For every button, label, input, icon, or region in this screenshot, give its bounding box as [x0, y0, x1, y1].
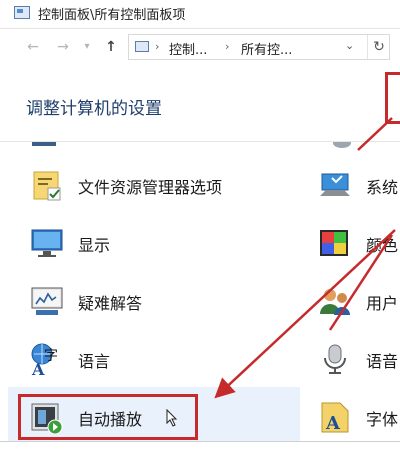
item-file-explorer-options[interactable]: 文件资源管理器选项 — [30, 165, 300, 205]
page-title: 调整计算机的设置 — [26, 99, 162, 119]
breadcrumb-separator-icon: › — [225, 40, 230, 53]
window-title: 控制面板\所有控制面板项 — [38, 8, 186, 23]
item-label: 语言 — [78, 352, 111, 371]
item-label: 颜色 — [366, 236, 399, 255]
address-bar[interactable]: › 控制... › 所有控... ⌄ ↻ — [128, 34, 390, 60]
annotation-box-view-by — [385, 72, 400, 124]
item-display[interactable]: 显示 — [30, 223, 300, 263]
folder-options-icon — [33, 171, 61, 201]
troubleshooting-icon — [31, 287, 63, 315]
breadcrumb-separator-icon: › — [155, 40, 160, 53]
svg-text:A: A — [31, 360, 45, 376]
item-label: 语音 — [366, 352, 399, 371]
mouse-cursor-icon — [166, 408, 178, 427]
back-arrow-icon[interactable]: ← — [22, 36, 44, 58]
item-fonts[interactable]: A 字体 — [318, 397, 400, 437]
forward-arrow-icon[interactable]: → — [52, 36, 74, 58]
item-label: 用户 — [366, 294, 399, 313]
recent-dropdown-icon[interactable]: ▾ — [76, 36, 98, 58]
item-users[interactable]: 用户 — [318, 281, 400, 321]
item-label: 文件资源管理器选项 — [78, 178, 223, 197]
item-troubleshooting[interactable]: 疑难解答 — [30, 281, 300, 321]
item-label: 显示 — [78, 236, 111, 255]
item-label: 疑难解答 — [78, 294, 143, 313]
item-speech[interactable]: 语音 — [318, 339, 400, 379]
fonts-icon: A — [321, 402, 349, 434]
language-icon: 字 A — [31, 343, 58, 376]
partial-icon — [333, 142, 351, 148]
control-panel-icon — [14, 6, 30, 19]
title-bar: 控制面板\所有控制面板项 — [0, 0, 400, 29]
item-system[interactable]: 系统 — [318, 165, 400, 205]
item-language[interactable]: 字 A 语言 — [30, 339, 300, 379]
speech-mic-icon — [324, 344, 346, 374]
svg-text:字: 字 — [44, 348, 58, 364]
item-color[interactable]: 颜色 — [318, 223, 400, 263]
bottom-border — [0, 441, 400, 442]
system-icon — [320, 173, 350, 196]
breadcrumb-control-panel[interactable]: 控制... — [169, 39, 207, 58]
svg-text:A: A — [325, 413, 341, 434]
address-dropdown-icon[interactable]: ⌄ — [345, 39, 354, 52]
refresh-icon[interactable]: ↻ — [367, 35, 390, 59]
navigation-bar: ← → ▾ ↑ › 控制... › 所有控... ⌄ ↻ — [0, 34, 400, 62]
color-icon — [320, 230, 348, 256]
partial-icon — [32, 142, 56, 146]
item-label: 字体 — [366, 410, 399, 429]
item-label: 系统 — [366, 178, 399, 197]
control-panel-address-icon — [135, 41, 149, 52]
display-icon — [31, 229, 63, 257]
up-arrow-icon[interactable]: ↑ — [100, 36, 122, 58]
users-icon — [320, 289, 350, 315]
breadcrumb-all-items[interactable]: 所有控... — [241, 39, 292, 58]
